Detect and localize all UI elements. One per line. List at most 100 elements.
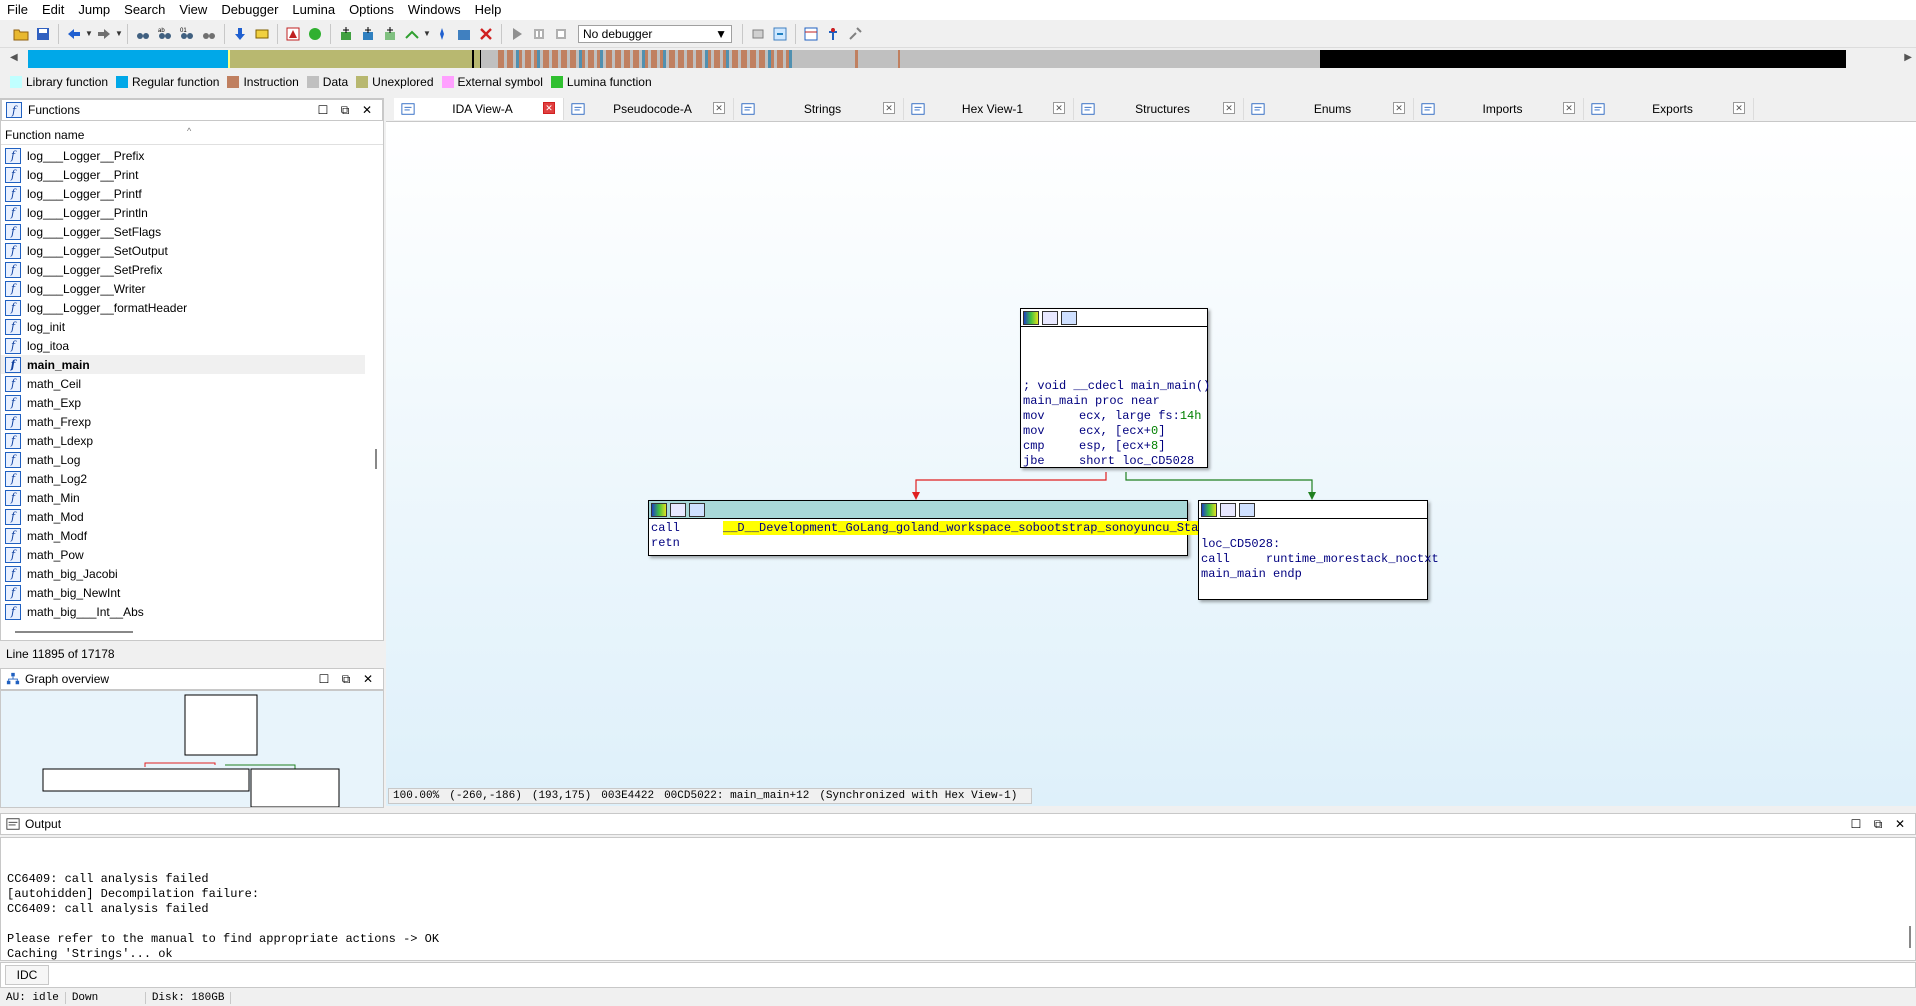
close-icon[interactable]: ✕ <box>357 671 379 687</box>
function-list-item[interactable]: f math_Mod <box>1 507 365 526</box>
function-list-item[interactable]: f math_Log2 <box>1 469 365 488</box>
menu-search[interactable]: Search <box>117 0 172 20</box>
function-list-item[interactable]: f log___Logger__SetPrefix <box>1 260 365 279</box>
asm-line[interactable]: jbe short loc_CD5028 <box>1023 454 1205 469</box>
function-list-item[interactable]: f math_Ceil <box>1 374 365 393</box>
function-list-item[interactable]: f math_big___Int__Abs <box>1 602 365 621</box>
menu-options[interactable]: Options <box>342 0 401 20</box>
tab-hex-view-1[interactable]: Hex View-1 ✕ <box>904 98 1074 120</box>
save-icon[interactable] <box>33 24 53 44</box>
graph-overview[interactable] <box>0 690 384 808</box>
function-list-item[interactable]: f log___Logger__SetOutput <box>1 241 365 260</box>
add-struct-icon[interactable] <box>358 24 378 44</box>
add-function-icon[interactable] <box>336 24 356 44</box>
binoculars-next-icon[interactable] <box>199 24 219 44</box>
function-list-item[interactable]: f log___Logger__Println <box>1 203 365 222</box>
node-color-icon[interactable] <box>651 502 667 517</box>
function-list-item[interactable]: f math_big_Jacobi <box>1 564 365 583</box>
horizontal-scrollbar[interactable] <box>15 631 133 633</box>
menu-file[interactable]: File <box>0 0 35 20</box>
menu-windows[interactable]: Windows <box>401 0 468 20</box>
stop-icon[interactable] <box>551 24 571 44</box>
navigation-band[interactable]: ◀ ▶ <box>0 48 1916 72</box>
asm-line[interactable]: mov ecx, large fs:14h <box>1023 409 1205 424</box>
tab-structures[interactable]: Structures ✕ <box>1074 98 1244 120</box>
menu-edit[interactable]: Edit <box>35 0 71 20</box>
close-icon[interactable]: ✕ <box>1053 102 1065 114</box>
debug-tools-icon[interactable] <box>845 24 865 44</box>
column-header-function-name[interactable]: Function name ^ <box>1 125 383 145</box>
vertical-scrollbar[interactable] <box>375 449 377 469</box>
function-list-item[interactable]: f log_itoa <box>1 336 365 355</box>
edit-graph-icon[interactable] <box>454 24 474 44</box>
back-dropdown-icon[interactable]: ▼ <box>85 24 93 44</box>
node-group-icon[interactable] <box>1061 310 1077 325</box>
graph-node-main-main[interactable]: ; void __cdecl main_main() main_main proc… <box>1020 308 1210 469</box>
maximize-icon[interactable]: ☐ <box>312 102 334 118</box>
node-rename-icon[interactable] <box>1220 502 1236 517</box>
function-list-item[interactable]: f main_main <box>1 355 365 374</box>
green-circle-icon[interactable] <box>305 24 325 44</box>
close-icon[interactable]: ✕ <box>1393 102 1405 114</box>
menu-jump[interactable]: Jump <box>71 0 117 20</box>
navigation-strip[interactable] <box>28 50 1900 68</box>
function-list-item[interactable]: f log___Logger__Prefix <box>1 146 365 165</box>
tab-enums[interactable]: Enums ✕ <box>1244 98 1414 120</box>
function-list-item[interactable]: f math_Exp <box>1 393 365 412</box>
idc-language-button[interactable]: IDC <box>5 965 49 985</box>
xref-dropdown-icon[interactable]: ▼ <box>423 24 431 44</box>
asm-label[interactable]: loc_CD5028: <box>1201 537 1425 552</box>
jump-down-icon[interactable] <box>230 24 250 44</box>
output-log[interactable]: CC6409: call analysis failed [autohidden]… <box>0 837 1916 961</box>
step-into-icon[interactable] <box>748 24 768 44</box>
function-list-item[interactable]: f log_init <box>1 317 365 336</box>
ida-graph-view[interactable]: ; void __cdecl main_main() main_main proc… <box>386 121 1916 806</box>
asm-call-target[interactable]: __D__Development_GoLang_goland_workspace… <box>723 521 1213 535</box>
close-icon[interactable]: ✕ <box>356 102 378 118</box>
function-list-item[interactable]: f log___Logger__Printf <box>1 184 365 203</box>
graph-warning-icon[interactable] <box>283 24 303 44</box>
function-list-item[interactable]: f math_Modf <box>1 526 365 545</box>
breakpoint-icon[interactable] <box>823 24 843 44</box>
tab-strings[interactable]: Strings ✕ <box>734 98 904 120</box>
function-list-item[interactable]: f math_Ldexp <box>1 431 365 450</box>
function-list-item[interactable]: f log___Logger__SetFlags <box>1 222 365 241</box>
function-list-item[interactable]: f math_Min <box>1 488 365 507</box>
debugger-select[interactable]: No debugger ▼ <box>578 24 732 43</box>
asm-line[interactable]: cmp esp, [ecx+8] <box>1023 439 1205 454</box>
delete-icon[interactable] <box>476 24 496 44</box>
tab-pseudocode-a[interactable]: Pseudocode-A ✕ <box>564 98 734 120</box>
menu-lumina[interactable]: Lumina <box>285 0 342 20</box>
float-icon[interactable]: ⧉ <box>1867 816 1889 832</box>
node-color-icon[interactable] <box>1023 310 1039 325</box>
add-segment-icon[interactable] <box>380 24 400 44</box>
back-arrow-icon[interactable] <box>64 24 84 44</box>
forward-dropdown-icon[interactable]: ▼ <box>115 24 123 44</box>
pause-icon[interactable] <box>529 24 549 44</box>
tab-imports[interactable]: Imports ✕ <box>1414 98 1584 120</box>
forward-arrow-icon[interactable] <box>94 24 114 44</box>
function-list-item[interactable]: f math_big_NewInt <box>1 583 365 602</box>
function-list-item[interactable]: f math_Pow <box>1 545 365 564</box>
close-icon[interactable]: ✕ <box>1563 102 1575 114</box>
idc-command-input[interactable] <box>53 965 1915 985</box>
function-list-item[interactable]: f math_Frexp <box>1 412 365 431</box>
graph-node-loc-cd5028[interactable]: loc_CD5028: call runtime_morestack_noctxt… <box>1198 500 1439 600</box>
tab-ida-view-a[interactable]: IDA View-A ✕ <box>394 98 564 120</box>
graph-node-call-start[interactable]: call __D__Development_GoLang_goland_work… <box>648 500 1213 556</box>
function-list-item[interactable]: f log___Logger__Writer <box>1 279 365 298</box>
asm-line[interactable]: mov ecx, [ecx+0] <box>1023 424 1205 439</box>
attach-icon[interactable] <box>770 24 790 44</box>
close-icon[interactable]: ✕ <box>1223 102 1235 114</box>
close-icon[interactable]: ✕ <box>1733 102 1745 114</box>
layout-icon[interactable] <box>801 24 821 44</box>
scroll-right-icon[interactable]: ▶ <box>1904 52 1912 63</box>
function-list-item[interactable]: f math_Log <box>1 450 365 469</box>
scroll-left-icon[interactable]: ◀ <box>10 52 18 63</box>
float-icon[interactable]: ⧉ <box>334 102 356 118</box>
binoculars-text-icon[interactable]: ab <box>155 24 175 44</box>
binoculars-hex-icon[interactable]: 01 <box>177 24 197 44</box>
asm-call-target[interactable]: runtime_morestack_noctxt <box>1266 552 1439 566</box>
play-icon[interactable] <box>507 24 527 44</box>
node-color-icon[interactable] <box>1201 502 1217 517</box>
